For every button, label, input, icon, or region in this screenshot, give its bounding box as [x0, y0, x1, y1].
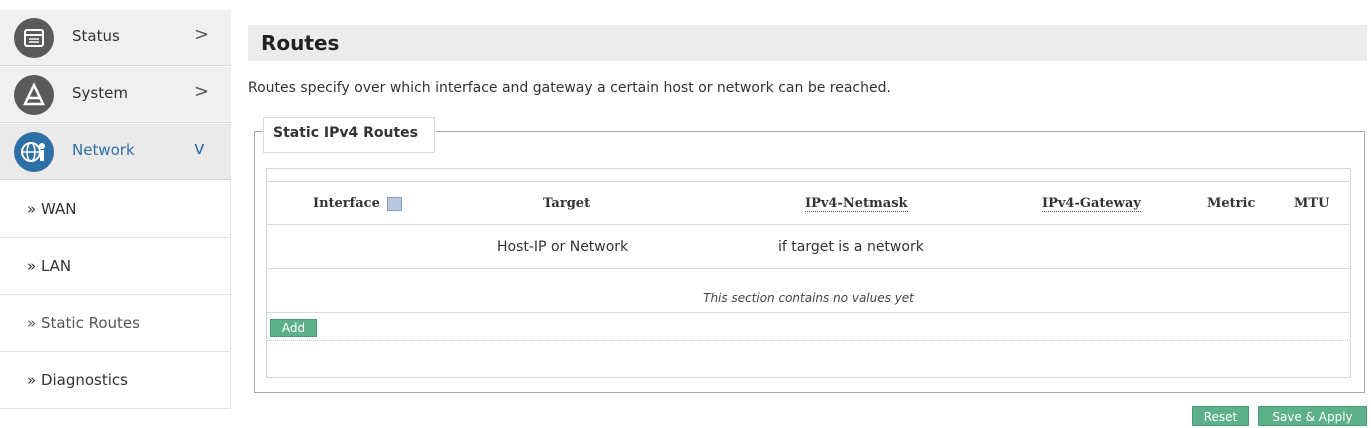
column-header-mtu: MTU — [1294, 196, 1330, 211]
help-icon[interactable] — [387, 196, 403, 211]
menu-item-status[interactable]: Status > — [0, 10, 231, 66]
chevron-right-icon: > — [194, 24, 210, 45]
section-legend: Static IPv4 Routes — [263, 117, 435, 153]
menu-label-network: Network — [72, 141, 135, 159]
chevron-right-icon: > — [194, 81, 210, 102]
menu-label-system: System — [72, 84, 128, 102]
submenu-item-diagnostics[interactable]: » Diagnostics — [0, 352, 231, 409]
page-title-bar: Routes — [248, 25, 1367, 61]
page-title: Routes — [261, 31, 340, 55]
system-icon — [14, 75, 54, 115]
column-header-gateway: IPv4-Gateway — [1042, 196, 1141, 212]
submenu-label: » Diagnostics — [27, 371, 128, 389]
reset-button[interactable]: Reset — [1192, 406, 1249, 426]
menu-label-status: Status — [72, 27, 120, 45]
submenu-item-wan[interactable]: » WAN — [0, 181, 231, 238]
submenu-label: » LAN — [27, 257, 72, 275]
submenu-label: » WAN — [27, 200, 77, 218]
page-description: Routes specify over which interface and … — [248, 80, 891, 96]
netmask-hint: if target is a network — [778, 239, 924, 255]
submenu-item-lan[interactable]: » LAN — [0, 238, 231, 295]
section-legend-text: Static IPv4 Routes — [273, 125, 418, 141]
divider — [267, 340, 1350, 341]
network-icon — [14, 132, 54, 172]
column-header-target: Target — [543, 196, 591, 211]
status-icon — [14, 18, 54, 58]
column-header-netmask: IPv4-Netmask — [805, 196, 908, 212]
submenu-item-static-routes[interactable]: » Static Routes — [0, 295, 231, 352]
submenu-label: » Static Routes — [27, 314, 140, 332]
target-hint: Host-IP or Network — [497, 239, 629, 255]
chevron-down-icon: v — [194, 138, 205, 159]
save-apply-button[interactable]: Save & Apply — [1258, 406, 1367, 426]
routes-table: Interface Target IPv4-Netmask IPv4-Gatew… — [266, 168, 1351, 378]
column-header-interface-text: Interface — [313, 196, 380, 211]
menu-item-network[interactable]: Network v — [0, 124, 231, 180]
column-header-metric: Metric — [1207, 196, 1256, 211]
empty-message: This section contains no values yet — [703, 291, 914, 305]
column-header-interface: Interface — [313, 196, 403, 211]
sidebar: Status > System > Network v » WAN » LAN … — [0, 0, 231, 428]
add-button[interactable]: Add — [270, 319, 317, 337]
menu-item-system[interactable]: System > — [0, 67, 231, 123]
